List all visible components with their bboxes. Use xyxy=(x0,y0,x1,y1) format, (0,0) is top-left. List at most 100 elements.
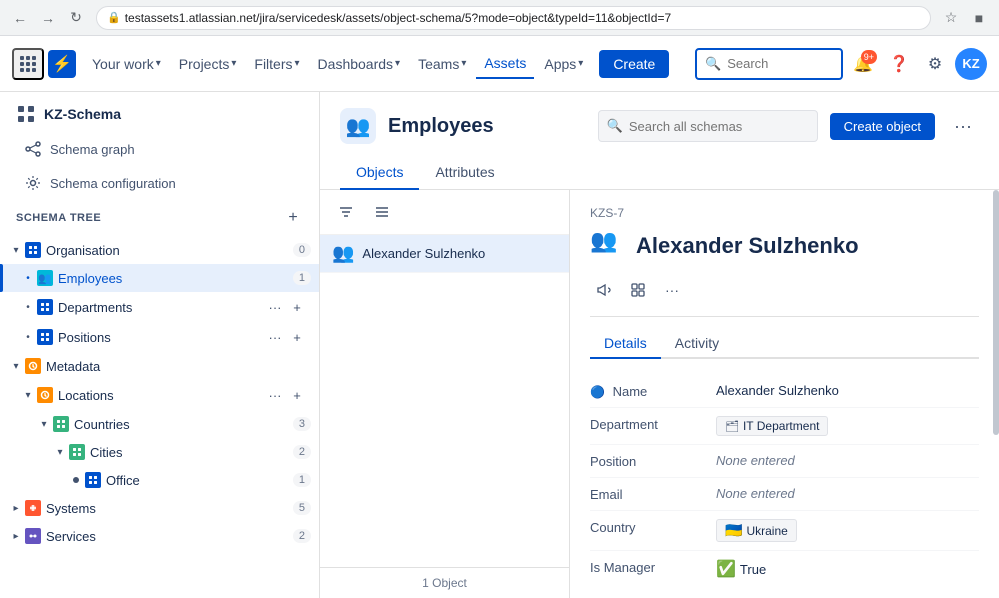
global-search-box[interactable]: 🔍 xyxy=(695,48,843,80)
employees-type-icon: 👥 xyxy=(36,269,54,287)
add-tree-item-button[interactable]: + xyxy=(283,208,303,228)
metadata-type-icon xyxy=(24,357,42,375)
tree-item-office[interactable]: Office 1 xyxy=(0,466,319,494)
detail-panel: KZS-7 👥 Alexander Sulzhenko xyxy=(570,190,999,598)
create-object-button[interactable]: Create object xyxy=(830,113,935,140)
sidebar-item-schema-graph[interactable]: Schema graph xyxy=(0,132,319,166)
field-email-label: Email xyxy=(590,486,700,502)
tab-activity[interactable]: Activity xyxy=(661,329,733,359)
tree-item-metadata[interactable]: ▾ Metadata xyxy=(0,352,319,380)
field-department-value: 🗂 IT Department xyxy=(716,416,979,436)
services-label: Services xyxy=(46,529,289,544)
reload-button[interactable]: ↻ xyxy=(64,6,88,30)
nav-assets[interactable]: Assets xyxy=(476,49,534,79)
tab-objects[interactable]: Objects xyxy=(340,156,419,190)
forward-button[interactable]: → xyxy=(36,6,60,30)
gear-icon: ⚙ xyxy=(928,54,942,74)
url-bar[interactable]: 🔒 testassets1.atlassian.net/jira/service… xyxy=(96,6,931,30)
chevron-icon: ▾ xyxy=(156,58,161,69)
true-badge: ✅ True xyxy=(716,559,766,579)
nav-projects[interactable]: Projects ▾ xyxy=(171,50,245,78)
detail-id: KZS-7 xyxy=(590,206,979,220)
tree-item-cities[interactable]: ▾ Cities 2 xyxy=(0,438,319,466)
chevron-down-icon: ▾ xyxy=(8,358,24,374)
field-email: Email None entered xyxy=(590,478,979,511)
positions-label: Positions xyxy=(58,330,261,345)
bullet-icon: • xyxy=(20,270,36,286)
tree-item-countries[interactable]: ▾ Countries 3 xyxy=(0,410,319,438)
list-view-button[interactable] xyxy=(368,198,396,226)
field-country: Country 🇺🇦 Ukraine xyxy=(590,511,979,551)
back-button[interactable]: ← xyxy=(8,6,32,30)
detail-scrollbar[interactable] xyxy=(993,190,999,598)
apps-grid-button[interactable] xyxy=(12,48,44,80)
page-title: Employees xyxy=(388,115,586,138)
tree-item-departments[interactable]: • Departments ··· + xyxy=(0,292,319,322)
more-detail-button[interactable]: ··· xyxy=(658,276,686,304)
country-badge[interactable]: 🇺🇦 Ukraine xyxy=(716,519,797,542)
nav-your-work[interactable]: Your work ▾ xyxy=(84,50,169,78)
tab-attributes[interactable]: Attributes xyxy=(419,156,510,190)
tree-item-locations[interactable]: ▾ Locations ··· + xyxy=(0,380,319,410)
grid-icon xyxy=(20,56,36,72)
nav-dashboards[interactable]: Dashboards ▾ xyxy=(310,50,409,78)
search-schemas-box[interactable]: 🔍 xyxy=(598,110,818,142)
countries-label: Countries xyxy=(74,417,289,432)
employees-page-icon: 👥 xyxy=(340,108,376,144)
locations-more-button[interactable]: ··· xyxy=(265,385,285,405)
link-button[interactable] xyxy=(624,276,652,304)
departments-more-button[interactable]: ··· xyxy=(265,297,285,317)
list-item[interactable]: 👥 Alexander Sulzhenko xyxy=(320,235,569,273)
help-button[interactable]: ❓ xyxy=(883,48,915,80)
field-name-label: 🔵 Name xyxy=(590,383,700,399)
field-is-manager: Is Manager ✅ True xyxy=(590,551,979,587)
bullet-icon: • xyxy=(20,299,36,315)
nav-teams[interactable]: Teams ▾ xyxy=(410,50,474,78)
locations-type-icon xyxy=(36,386,54,404)
more-options-button[interactable]: ··· xyxy=(947,110,979,142)
schema-config-label: Schema configuration xyxy=(50,176,176,191)
department-badge[interactable]: 🗂 IT Department xyxy=(716,416,828,436)
global-search-input[interactable] xyxy=(727,56,833,71)
extensions-button[interactable]: ■ xyxy=(967,6,991,30)
sidebar-item-schema-config[interactable]: Schema configuration xyxy=(0,166,319,200)
bookmark-button[interactable]: ☆ xyxy=(939,6,963,30)
notifications-button[interactable]: 🔔 9+ xyxy=(847,48,879,80)
filter-button[interactable] xyxy=(332,198,360,226)
detail-avatar: 👥 xyxy=(590,228,626,264)
tree-item-employees[interactable]: • 👥 Employees 1 xyxy=(0,264,319,292)
tree-item-positions[interactable]: • Positions ··· + xyxy=(0,322,319,352)
tree-item-services[interactable]: ▸ Services 2 xyxy=(0,522,319,550)
positions-add-button[interactable]: + xyxy=(287,327,307,347)
tree-item-systems[interactable]: ▸ Systems 5 xyxy=(0,494,319,522)
graph-icon xyxy=(24,140,42,158)
schema-header: KZ-Schema xyxy=(0,92,319,132)
user-avatar[interactable]: KZ xyxy=(955,48,987,80)
field-name: 🔵 Name Alexander Sulzhenko xyxy=(590,375,979,408)
create-button[interactable]: Create xyxy=(599,50,669,78)
tree-item-organisation[interactable]: ▾ Organisation 0 xyxy=(0,236,319,264)
detail-name: Alexander Sulzhenko xyxy=(636,233,979,259)
search-schemas-input[interactable] xyxy=(629,119,809,134)
chevron-icon: ▾ xyxy=(395,58,400,69)
countries-type-icon xyxy=(52,415,70,433)
systems-label: Systems xyxy=(46,501,289,516)
nav-apps[interactable]: Apps ▾ xyxy=(536,50,591,78)
systems-count: 5 xyxy=(293,501,311,515)
departments-add-button[interactable]: + xyxy=(287,297,307,317)
settings-button[interactable]: ⚙ xyxy=(919,48,951,80)
sidebar: KZ-Schema Schema graph xyxy=(0,92,320,598)
field-email-value: None entered xyxy=(716,486,979,501)
bullet-icon: • xyxy=(20,329,36,345)
field-position-label: Position xyxy=(590,453,700,469)
announce-button[interactable] xyxy=(590,276,618,304)
nav-filters[interactable]: Filters ▾ xyxy=(246,50,307,78)
locations-label: Locations xyxy=(58,388,261,403)
services-count: 2 xyxy=(293,529,311,543)
app-logo[interactable]: ⚡ xyxy=(48,50,76,78)
locations-actions: ··· + xyxy=(265,385,307,405)
positions-more-button[interactable]: ··· xyxy=(265,327,285,347)
tab-details[interactable]: Details xyxy=(590,329,661,359)
locations-add-button[interactable]: + xyxy=(287,385,307,405)
object-avatar-icon: 👥 xyxy=(332,243,354,264)
